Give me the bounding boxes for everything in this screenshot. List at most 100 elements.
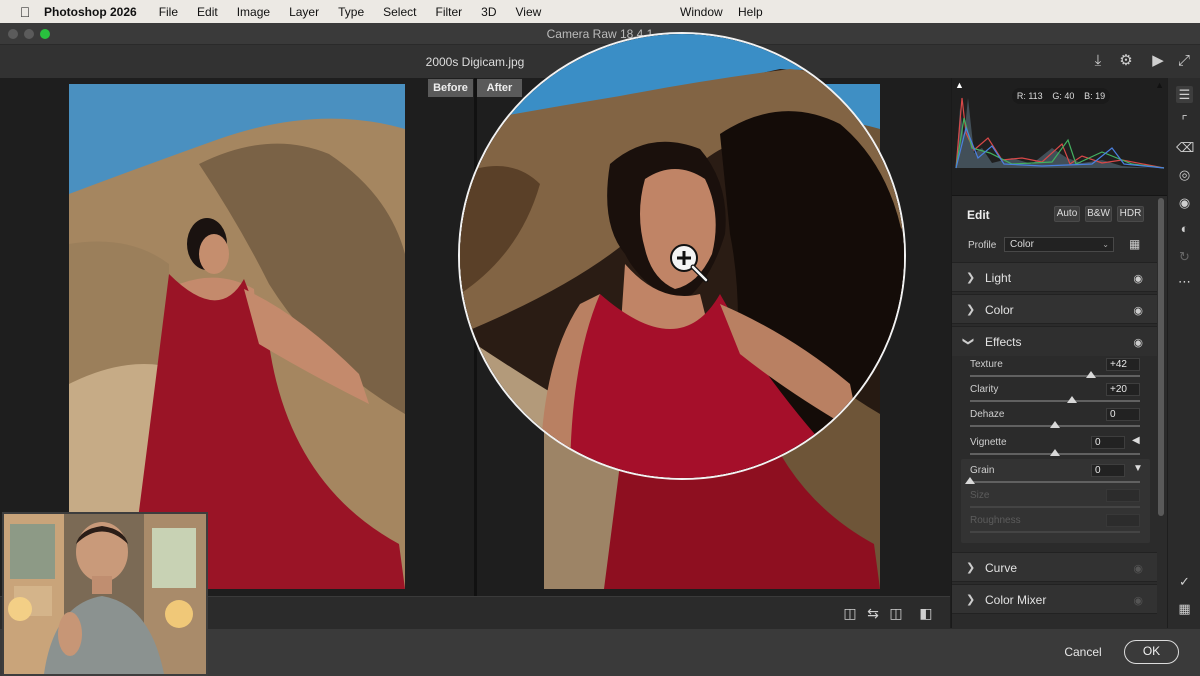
menu-help[interactable]: Help [738, 5, 763, 19]
r-label: R: [1016, 91, 1026, 101]
section-effects-label: Effects [985, 335, 1022, 349]
vignette-value[interactable]: 0 [1091, 436, 1125, 449]
vignette-label: Vignette [970, 437, 1007, 448]
crop-icon[interactable]: ⌜ [1176, 112, 1193, 129]
eye-icon[interactable]: ◉ [1133, 562, 1143, 575]
chevron-right-icon: ❯ [966, 594, 976, 606]
section-color-label: Color [985, 303, 1014, 317]
dehaze-slider-thumb[interactable] [1050, 421, 1060, 428]
vignette-expand-icon[interactable]: ◀ [1132, 435, 1140, 446]
section-color[interactable]: ❯ Color ◉ [952, 294, 1157, 324]
menu-window[interactable]: Window [680, 5, 723, 19]
edit-header: Edit Auto B&W HDR [952, 201, 1157, 229]
grain-slider-thumb[interactable] [965, 477, 975, 484]
eye-icon[interactable]: ◉ [1133, 594, 1143, 607]
menu-view[interactable]: View [516, 5, 542, 19]
texture-slider-thumb[interactable] [1085, 371, 1096, 378]
section-curve[interactable]: ❯ Curve ◉ [952, 552, 1157, 582]
highlight-clipping-icon[interactable]: ▲ [1155, 80, 1164, 90]
b-value: 19 [1095, 91, 1106, 101]
roughness-slider-track [970, 531, 1140, 533]
section-color-mixer[interactable]: ❯ Color Mixer ◉ [952, 584, 1157, 614]
grid-icon[interactable]: ▦ [1176, 600, 1193, 617]
texture-label: Texture [970, 359, 1003, 370]
texture-slider-track[interactable] [970, 375, 1140, 377]
menu-filter[interactable]: Filter [435, 5, 462, 19]
menu-type[interactable]: Type [338, 5, 364, 19]
swap-settings-icon[interactable]: ⇆ [864, 604, 882, 622]
clarity-value[interactable]: +20 [1106, 383, 1140, 396]
shadow-clipping-icon[interactable]: ▲ [955, 80, 964, 90]
toggle-default-icon[interactable]: ◧ [917, 604, 935, 622]
panel-scrollbar[interactable] [1158, 198, 1164, 516]
chevron-right-icon: ❯ [966, 304, 976, 316]
clarity-slider-track[interactable] [970, 400, 1140, 402]
grain-slider-track[interactable] [970, 481, 1140, 483]
zoom-loupe[interactable] [458, 32, 906, 480]
copy-settings-icon[interactable]: ◫ [887, 604, 905, 622]
ok-button[interactable]: OK [1124, 640, 1179, 664]
texture-value[interactable]: +42 [1106, 358, 1140, 371]
macos-menu-bar:  Photoshop 2026 File Edit Image Layer T… [0, 0, 1200, 23]
red-eye-icon[interactable]: ◉ [1176, 194, 1193, 211]
menu-3d[interactable]: 3D [481, 5, 496, 19]
cancel-button[interactable]: Cancel [1058, 641, 1108, 663]
eraser-icon[interactable]: ⌫ [1176, 139, 1194, 156]
r-value: 113 [1028, 91, 1043, 101]
more-options-icon[interactable]: ⋯ [1176, 273, 1193, 290]
section-effects[interactable]: ❯ Effects ◉ [952, 326, 1157, 356]
eye-icon[interactable]: ◉ [1133, 304, 1143, 317]
g-label: G: [1052, 91, 1062, 101]
window-title-bar: Camera Raw 18.4.1 [0, 23, 1200, 45]
presets-icon[interactable]: ◐ [1176, 220, 1193, 237]
save-image-icon[interactable]: ⤓ [1090, 53, 1106, 69]
dehaze-value[interactable]: 0 [1106, 408, 1140, 421]
after-tab[interactable]: After [477, 79, 522, 97]
file-name: 2000s Digicam.jpg [425, 55, 525, 69]
app-menu[interactable]: Photoshop 2026 [44, 5, 137, 19]
roughness-label: Roughness [970, 515, 1021, 526]
menu-layer[interactable]: Layer [289, 5, 319, 19]
toggle-before-after-icon[interactable]: ◫ [841, 604, 859, 622]
dehaze-label: Dehaze [970, 409, 1005, 420]
menu-file[interactable]: File [159, 5, 178, 19]
slideshow-icon[interactable]: ▶ [1150, 53, 1166, 69]
eyedropper-icon[interactable]: ✓ [1176, 573, 1193, 590]
grain-value[interactable]: 0 [1091, 464, 1125, 477]
snapshots-icon[interactable]: ↻ [1176, 248, 1193, 265]
before-tab[interactable]: Before [428, 79, 473, 97]
roughness-value-disabled [1106, 514, 1140, 527]
bw-button[interactable]: B&W [1085, 206, 1112, 222]
edit-title: Edit [967, 208, 990, 222]
clarity-slider-thumb[interactable] [1067, 396, 1077, 403]
chevron-right-icon: ❯ [966, 562, 976, 574]
rgb-readout: R: 113 G: 40 B: 19 [1012, 88, 1110, 104]
g-value: 40 [1064, 91, 1075, 101]
size-label: Size [970, 490, 990, 501]
section-light[interactable]: ❯ Light ◉ [952, 262, 1157, 292]
histogram: ▲ ▲ R: 113 G: 40 B: 19 [952, 78, 1168, 196]
menu-edit[interactable]: Edit [197, 5, 218, 19]
section-color-mixer-label: Color Mixer [985, 593, 1047, 607]
menu-image[interactable]: Image [237, 5, 270, 19]
presenter-webcam [2, 512, 208, 676]
grain-collapse-icon[interactable]: ▼ [1133, 463, 1143, 474]
profile-browser-icon[interactable]: ▦ [1129, 237, 1140, 251]
edit-sliders-icon[interactable]: ☰ [1176, 86, 1193, 103]
eye-icon[interactable]: ◉ [1133, 336, 1143, 349]
eye-icon[interactable]: ◉ [1133, 272, 1143, 285]
hdr-button[interactable]: HDR [1117, 206, 1144, 222]
edit-panel: ▲ ▲ R: 113 G: 40 B: 19 Edit Auto B&W HDR… [951, 78, 1168, 628]
auto-button[interactable]: Auto [1054, 206, 1080, 222]
apple-icon[interactable]:  [16, 4, 34, 20]
profile-dropdown[interactable]: Color ⌄ [1004, 237, 1114, 252]
fullscreen-icon[interactable]: ⤢ [1176, 53, 1192, 69]
chevron-right-icon: ❯ [966, 272, 976, 284]
menu-select[interactable]: Select [383, 5, 416, 19]
tool-strip: ☰ ⌜ ⌫ ◎ ◉ ◐ ↻ ⋯ ✓ ▦ [1167, 78, 1200, 628]
section-curve-label: Curve [985, 561, 1018, 575]
profile-label: Profile [968, 240, 997, 251]
vignette-slider-thumb[interactable] [1050, 449, 1060, 456]
gear-icon[interactable]: ⚙ [1118, 53, 1134, 69]
masking-icon[interactable]: ◎ [1176, 166, 1193, 183]
